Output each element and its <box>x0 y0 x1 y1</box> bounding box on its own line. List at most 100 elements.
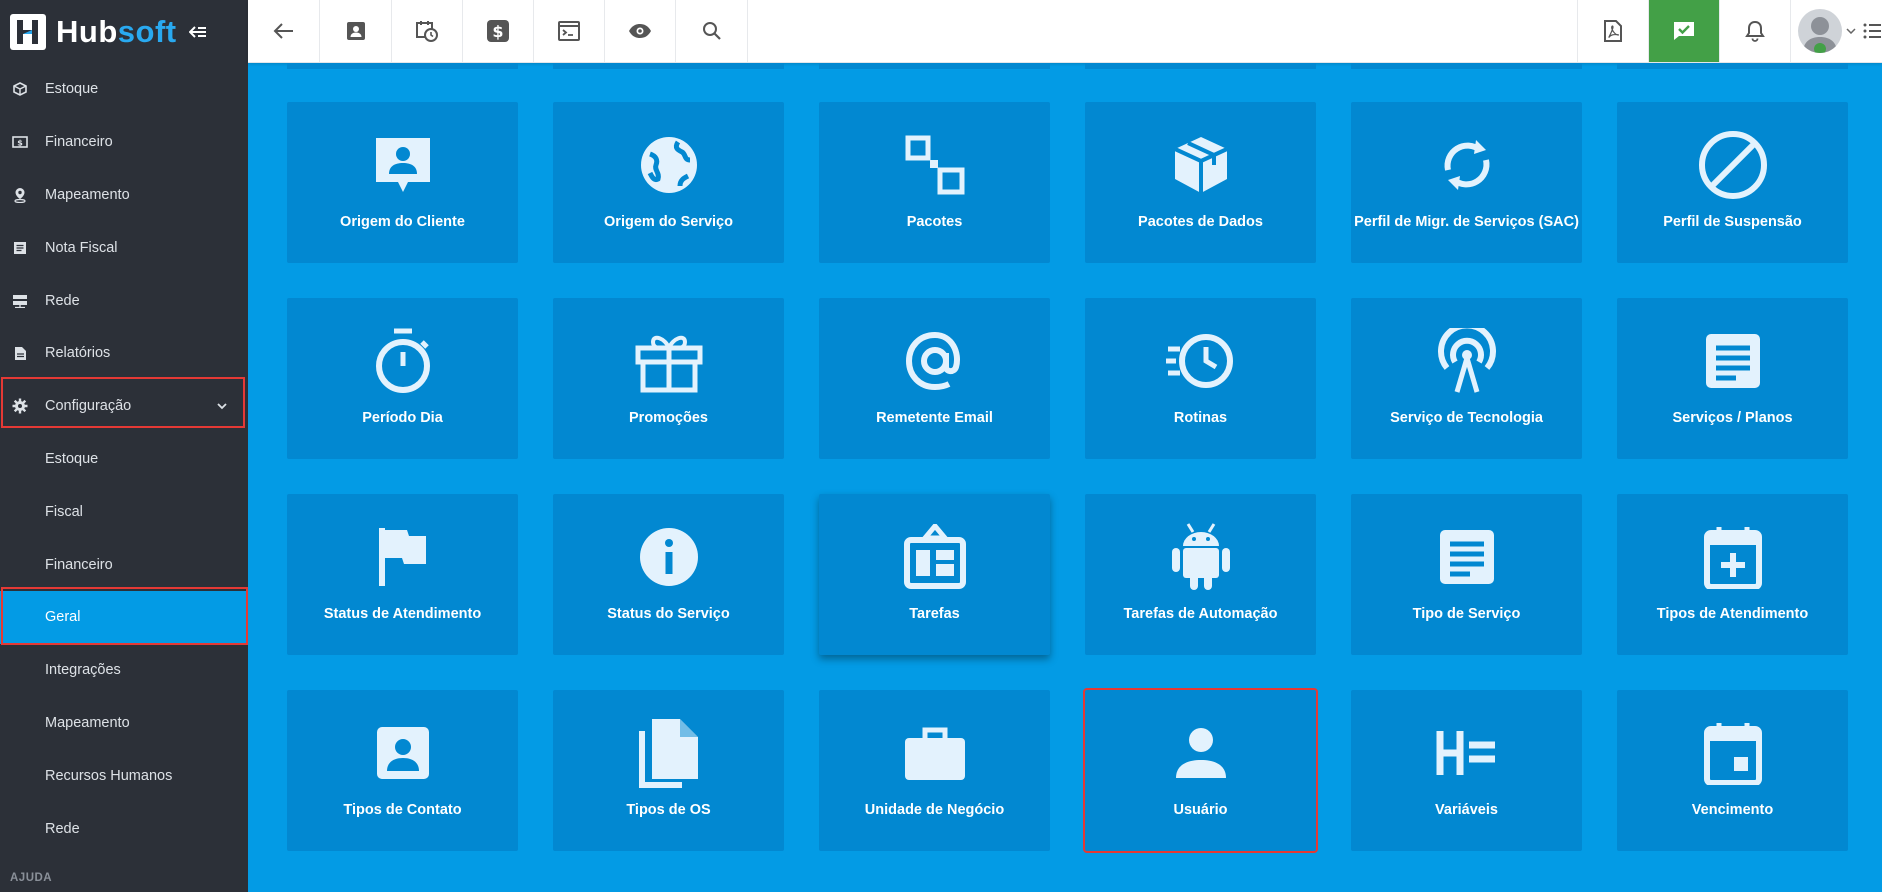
chat-check-icon <box>1674 22 1694 40</box>
sidebar-subitem-geral[interactable]: Geral <box>0 590 248 644</box>
sidebar-item-rede[interactable]: Rede <box>0 274 248 327</box>
tile-status-do-servico[interactable]: Status do Serviço <box>553 494 784 655</box>
pdf-button[interactable] <box>1577 0 1648 62</box>
sidebar-item-estoque[interactable]: Estoque <box>0 63 248 116</box>
schedule-button[interactable] <box>392 0 463 62</box>
sidebar-item-label: Estoque <box>45 81 99 98</box>
tile-origem-do-cliente[interactable]: Origem do Cliente <box>287 102 518 263</box>
tile-variaveis[interactable]: Variáveis <box>1351 690 1582 851</box>
sidebar-subitem-label: Mapeamento <box>45 714 130 731</box>
sidebar-subitem-estoque[interactable]: Estoque <box>0 433 248 486</box>
view-button[interactable] <box>605 0 676 62</box>
tile-pacotes[interactable]: Pacotes <box>819 102 1050 263</box>
user-avatar-icon <box>1802 17 1837 53</box>
gear-icon <box>10 396 30 416</box>
tile-perfil-de-suspensao[interactable]: Perfil de Suspensão <box>1617 102 1848 263</box>
tile-tarefas[interactable]: Tarefas <box>819 494 1050 655</box>
tile-previous-row-strip <box>819 63 1050 69</box>
sidebar-subitem-label: Rede <box>45 820 80 837</box>
tile-label: Tipos de OS <box>626 802 711 818</box>
user-menu-button[interactable] <box>1790 0 1862 62</box>
list-menu-button[interactable] <box>1862 0 1882 62</box>
tile-vencimento[interactable]: Vencimento <box>1617 690 1848 851</box>
package-icon <box>1161 132 1241 198</box>
eye-icon <box>629 24 651 38</box>
sidebar-item-label: Financeiro <box>45 134 113 151</box>
tile-origem-do-servico[interactable]: Origem do Serviço <box>553 102 784 263</box>
task-board-icon <box>895 524 975 590</box>
sidebar-item-financeiro[interactable]: $ Financeiro <box>0 116 248 169</box>
contacts-button[interactable] <box>321 0 392 62</box>
tile-label: Usuário <box>1173 802 1228 818</box>
tile-periodo-dia[interactable]: Período Dia <box>287 298 518 459</box>
tile-servico-de-tecnologia[interactable]: Serviço de Tecnologia <box>1351 298 1582 459</box>
sidebar-item-mapeamento[interactable]: Mapeamento <box>0 169 248 222</box>
user-icon <box>1161 720 1241 786</box>
sidebar-subitem-fiscal[interactable]: Fiscal <box>0 485 248 538</box>
sync-icon <box>1427 132 1507 198</box>
tile-label: Origem do Cliente <box>340 214 465 230</box>
calendar-clock-icon <box>416 21 438 42</box>
info-icon <box>629 524 709 590</box>
server-icon <box>10 291 30 311</box>
tile-usuario[interactable]: Usuário <box>1083 688 1318 853</box>
confirm-messages-button[interactable] <box>1648 0 1719 62</box>
sidebar-section-ajuda: AJUDA <box>10 872 53 884</box>
tile-tipos-de-atendimento[interactable]: Tipos de Atendimento <box>1617 494 1848 655</box>
tile-pacotes-de-dados[interactable]: Pacotes de Dados <box>1085 102 1316 263</box>
sidebar-subitem-integracoes[interactable]: Integrações <box>0 644 248 697</box>
sidebar-subitem-label: Estoque <box>45 450 99 467</box>
tile-tipos-de-os[interactable]: Tipos de OS <box>553 690 784 851</box>
tile-label: Perfil de Suspensão <box>1663 214 1802 230</box>
chevron-down-icon <box>1845 28 1856 34</box>
tile-previous-row-strip <box>287 63 518 69</box>
sidebar-item-relatorios[interactable]: Relatórios <box>0 327 248 380</box>
sidebar-subitem-rede[interactable]: Rede <box>0 802 248 855</box>
tile-label: Tipos de Atendimento <box>1656 606 1809 622</box>
back-button[interactable] <box>248 0 320 62</box>
sidebar-item-label: Rede <box>45 292 80 309</box>
sidebar-subitem-financeiro[interactable]: Financeiro <box>0 538 248 591</box>
tile-tipo-de-servico[interactable]: Tipo de Serviço <box>1351 494 1582 655</box>
tile-label: Remetente Email <box>876 410 993 426</box>
sidebar-nav: Estoque $ Financeiro Mapeamento Nota Fis… <box>0 63 248 855</box>
finance-button[interactable]: $ <box>463 0 534 62</box>
receipt-icon <box>10 238 30 258</box>
doc-lines-icon <box>1693 328 1773 394</box>
sidebar-item-configuracao[interactable]: Configuração <box>0 380 248 433</box>
collapse-sidebar-button[interactable] <box>187 21 209 43</box>
sidebar-subitem-mapeamento[interactable]: Mapeamento <box>0 697 248 750</box>
tile-previous-row-strip <box>1351 63 1582 69</box>
bell-icon <box>1745 20 1765 42</box>
app-logo-text: Hubsoft <box>56 16 177 47</box>
contact-card-icon <box>347 22 365 40</box>
search-button[interactable] <box>676 0 748 62</box>
sidebar-subitem-recursos-humanos[interactable]: Recursos Humanos <box>0 749 248 802</box>
briefcase-icon <box>895 720 975 786</box>
tile-label: Tipo de Serviço <box>1412 606 1521 622</box>
tile-rotinas[interactable]: Rotinas <box>1085 298 1316 459</box>
notifications-button[interactable] <box>1719 0 1790 62</box>
android-icon <box>1161 523 1241 590</box>
tile-label: Origem do Serviço <box>604 214 733 230</box>
sidebar-item-nota-fiscal[interactable]: Nota Fiscal <box>0 221 248 274</box>
money-icon: $ <box>10 132 30 152</box>
box-icon <box>10 79 30 99</box>
tile-tipos-de-contato[interactable]: Tipos de Contato <box>287 690 518 851</box>
gift-icon <box>629 328 709 394</box>
tile-label: Status de Atendimento <box>323 606 482 622</box>
tile-tarefas-de-automacao[interactable]: Tarefas de Automação <box>1085 494 1316 655</box>
sidebar-item-label: Relatórios <box>45 345 111 362</box>
tile-status-de-atendimento[interactable]: Status de Atendimento <box>287 494 518 655</box>
tile-label: Pacotes de Dados <box>1138 214 1263 230</box>
tile-remetente-email[interactable]: Remetente Email <box>819 298 1050 459</box>
calendar-plus-icon <box>1693 524 1773 590</box>
antenna-icon <box>1427 328 1507 394</box>
tile-unidade-de-negocio[interactable]: Unidade de Negócio <box>819 690 1050 851</box>
tile-promocoes[interactable]: Promoções <box>553 298 784 459</box>
tile-label: Tarefas de Automação <box>1123 606 1278 622</box>
tile-servicos-planos[interactable]: Serviços / Planos <box>1617 298 1848 459</box>
tile-perfil-migr-servicos[interactable]: Perfil de Migr. de Serviços (SAC) <box>1351 102 1582 263</box>
terminal-button[interactable] <box>534 0 605 62</box>
list-icon <box>1863 23 1881 39</box>
